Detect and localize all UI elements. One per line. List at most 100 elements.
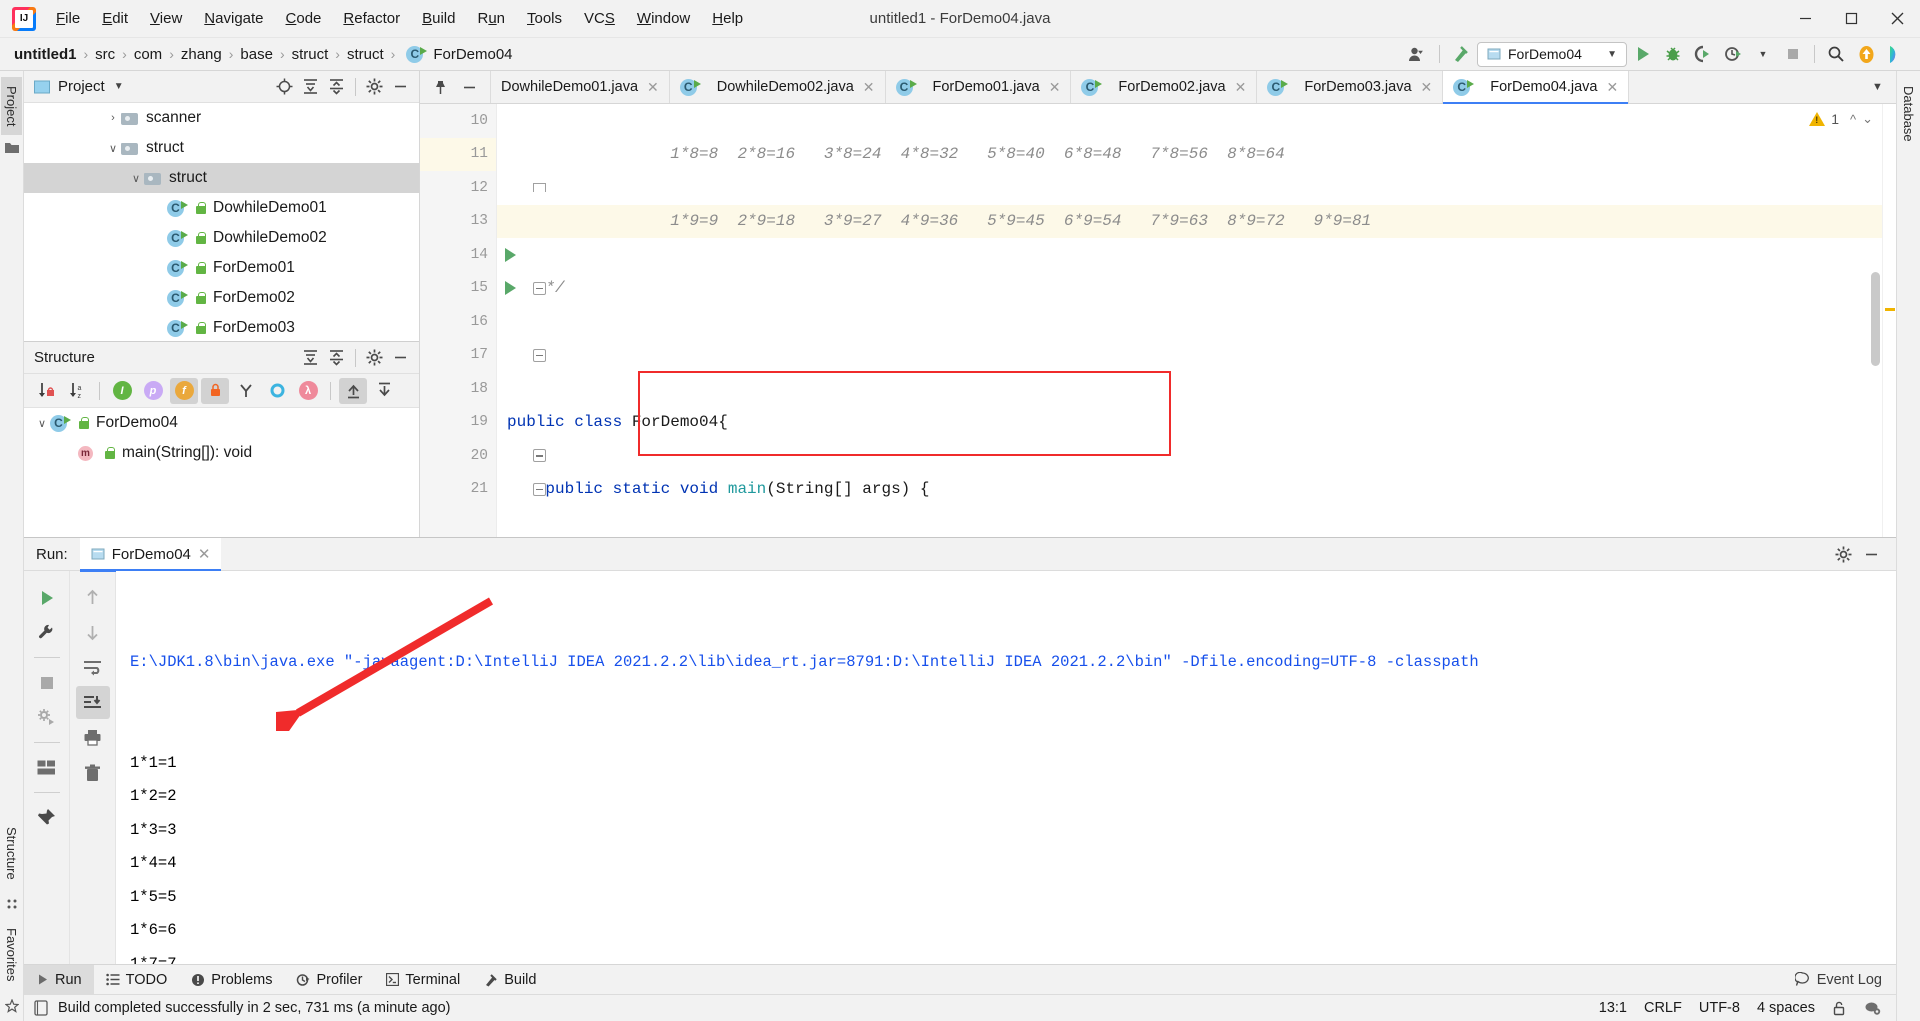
stripe-folder-icon[interactable]	[4, 142, 19, 154]
menu-window[interactable]: Window	[627, 6, 700, 31]
menu-code[interactable]: Code	[276, 6, 332, 31]
gutter-line-19[interactable]: 19	[420, 406, 496, 440]
soft-wrap-icon[interactable]	[76, 651, 110, 684]
event-log-button[interactable]: Event Log	[1794, 972, 1896, 988]
structure-tree-item[interactable]: m main(String[]): void	[24, 438, 419, 468]
show-properties-icon[interactable]: p	[139, 378, 167, 404]
menu-build[interactable]: Build	[412, 6, 465, 31]
chevron-down-icon[interactable]: ▼	[114, 81, 124, 92]
show-lambdas-icon[interactable]: λ	[294, 378, 322, 404]
up-stack-trace-icon[interactable]	[76, 581, 110, 614]
show-inherited-icon[interactable]: I	[108, 378, 136, 404]
gutter-line-17[interactable]: 17	[420, 339, 546, 373]
stripe-button-project[interactable]: Project	[1, 77, 22, 136]
editor-code[interactable]: 1*8=8 2*8=16 3*8=24 4*8=32 5*8=40 6*8=48…	[497, 104, 1882, 537]
close-icon[interactable]: ✕	[1421, 79, 1433, 96]
line-separator[interactable]: CRLF	[1644, 1000, 1682, 1016]
ide-feature-icon[interactable]	[1882, 42, 1910, 67]
project-tree[interactable]: › scanner ∨ struct ∨ struct C DowhileDemo01 C Dow…	[24, 103, 419, 341]
menu-help[interactable]: Help	[702, 6, 753, 31]
close-icon[interactable]: ✕	[647, 79, 659, 96]
rerun-icon[interactable]	[30, 581, 64, 614]
show-non-public-icon[interactable]	[201, 377, 229, 404]
stripe-dots-icon[interactable]	[6, 898, 18, 910]
close-button[interactable]	[1874, 0, 1920, 38]
breadcrumb-src[interactable]: src	[93, 46, 117, 63]
layout-settings-icon[interactable]	[30, 751, 64, 784]
expand-all-icon[interactable]	[298, 75, 323, 99]
menu-edit[interactable]: Edit	[92, 6, 138, 31]
chevron-down-icon[interactable]: ▼	[1749, 42, 1777, 67]
show-anonymous-icon[interactable]	[232, 378, 260, 404]
gutter-line-18[interactable]: 18	[420, 372, 496, 406]
gutter-line-12[interactable]: 12	[420, 171, 548, 205]
profile-button[interactable]	[1719, 42, 1747, 67]
update-project-icon[interactable]	[1852, 42, 1880, 67]
menu-tools[interactable]: Tools	[517, 6, 572, 31]
gutter-line-16[interactable]: 16	[420, 305, 496, 339]
toolwindow-profiler[interactable]: Profiler	[284, 965, 374, 995]
stripe-button-database[interactable]: Database	[1898, 77, 1919, 151]
expand-all-icon[interactable]	[339, 377, 367, 404]
gutter-line-21[interactable]: 21	[420, 473, 546, 507]
hide-tool-window-icon[interactable]	[1859, 542, 1884, 566]
toolwindow-run[interactable]: Run	[24, 964, 94, 995]
dump-threads-icon[interactable]	[30, 701, 64, 734]
build-hammer-icon[interactable]	[1447, 42, 1475, 67]
toolwindow-todo[interactable]: TODO	[94, 965, 180, 995]
expand-all-icon[interactable]	[298, 346, 323, 370]
close-icon[interactable]: ✕	[863, 79, 875, 96]
editor-tab-fordemo03[interactable]: C ForDemo03.java ✕	[1257, 71, 1444, 103]
editor-tab-dowhiledemo02[interactable]: C DowhileDemo02.java ✕	[669, 71, 886, 103]
project-tree-item-fordemo01[interactable]: C ForDemo01	[24, 253, 419, 283]
editor-tab-fordemo01[interactable]: C ForDemo01.java ✕	[885, 71, 1072, 103]
menu-navigate[interactable]: Navigate	[194, 6, 273, 31]
project-tree-item-fordemo03[interactable]: C ForDemo03	[24, 313, 419, 341]
close-icon[interactable]: ✕	[1606, 79, 1618, 96]
collapse-all-icon[interactable]	[324, 346, 349, 370]
select-opened-file-icon[interactable]	[272, 75, 297, 99]
close-icon[interactable]: ✕	[198, 545, 211, 563]
edit-configurations-icon[interactable]	[30, 616, 64, 649]
clear-all-icon[interactable]	[76, 756, 110, 789]
project-tree-item-scanner[interactable]: › scanner	[24, 103, 419, 133]
indent-setting[interactable]: 4 spaces	[1757, 1000, 1815, 1016]
gear-icon[interactable]	[362, 346, 387, 370]
breadcrumb-untitled1[interactable]: untitled1	[12, 46, 79, 63]
close-icon[interactable]: ✕	[1235, 79, 1247, 96]
inspection-warning-badge[interactable]: 1 ^ ⌄	[1804, 108, 1878, 130]
gutter-line-13[interactable]: 13	[420, 205, 496, 239]
sort-alphabetically-icon[interactable]: az	[63, 378, 91, 404]
warning-stripe-mark[interactable]	[1885, 308, 1895, 311]
print-icon[interactable]	[76, 721, 110, 754]
next-problem-icon[interactable]: ⌄	[1862, 111, 1873, 127]
project-tree-item-dowhiledemo02[interactable]: C DowhileDemo02	[24, 223, 419, 253]
editor-body[interactable]: 10 11 12 13 14 15 16 17 18 19 20 21 1*8=8 2*8=16 3*…	[420, 104, 1896, 537]
show-fields-icon[interactable]: f	[170, 377, 198, 404]
gutter-line-14[interactable]: 14	[420, 238, 516, 272]
menu-file[interactable]: File	[46, 6, 90, 31]
breadcrumb-fordemo04[interactable]: ForDemo04	[431, 46, 514, 63]
search-everywhere-icon[interactable]	[1822, 42, 1850, 67]
toolwindow-problems[interactable]: Problems	[179, 965, 284, 995]
sort-by-visibility-icon[interactable]	[32, 378, 60, 404]
tree-expander-icon[interactable]: ∨	[105, 142, 121, 155]
scroll-to-end-icon[interactable]	[75, 686, 110, 719]
tree-expander-icon[interactable]: ∨	[34, 417, 50, 430]
breadcrumb-zhang[interactable]: zhang	[179, 46, 224, 63]
caret-position[interactable]: 13:1	[1599, 1000, 1627, 1016]
editor-gutter[interactable]: 10 11 12 13 14 15 16 17 18 19 20 21	[420, 104, 548, 537]
run-button[interactable]	[1629, 42, 1657, 67]
stripe-button-favorites[interactable]: Favorites	[1, 919, 22, 990]
breadcrumb-struct-1[interactable]: struct	[290, 46, 331, 63]
down-stack-trace-icon[interactable]	[76, 616, 110, 649]
breadcrumb-struct-2[interactable]: struct	[345, 46, 386, 63]
menu-vcs[interactable]: VCS	[574, 6, 625, 31]
toolwindow-build[interactable]: Build	[472, 965, 548, 995]
run-tab-fordemo04[interactable]: ForDemo04 ✕	[79, 537, 222, 572]
editor-tab-fordemo04[interactable]: C ForDemo04.java ✕	[1443, 71, 1630, 104]
project-tree-item-fordemo02[interactable]: C ForDemo02	[24, 283, 419, 313]
star-icon[interactable]	[4, 999, 19, 1013]
hide-tool-window-icon[interactable]	[388, 75, 413, 99]
structure-tree-item[interactable]: ∨ C ForDemo04	[24, 408, 419, 438]
